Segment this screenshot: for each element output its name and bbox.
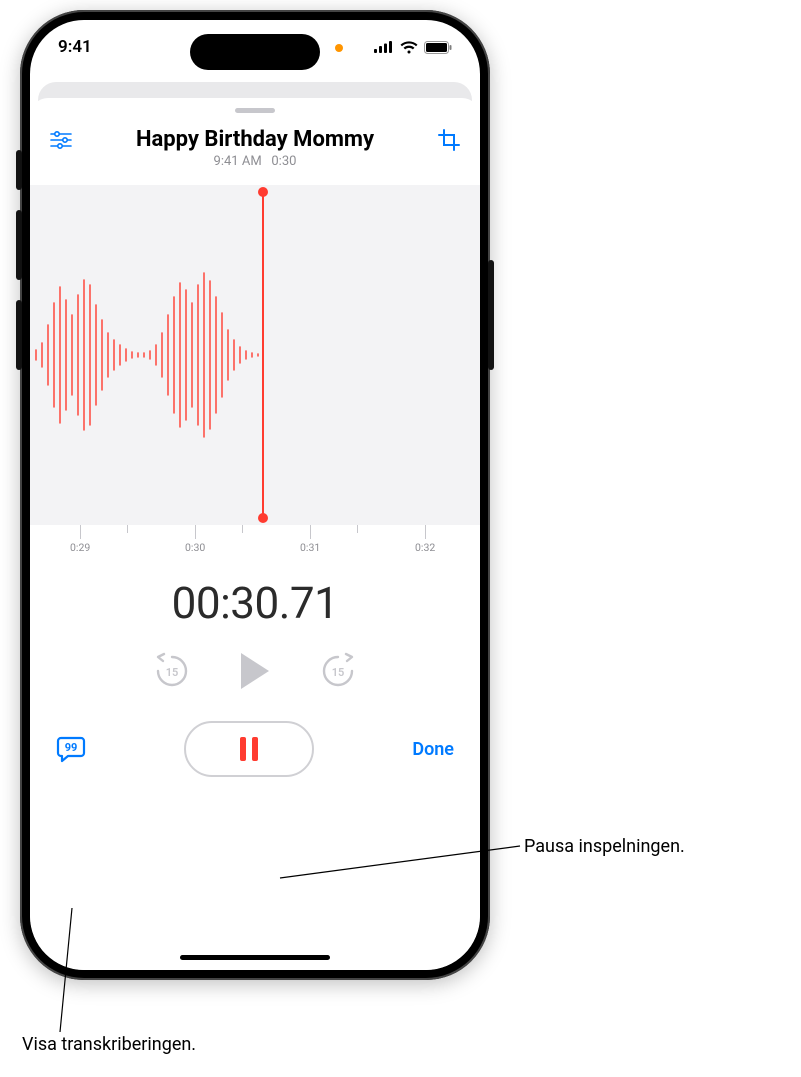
callout-transcript: Visa transkriberingen. (22, 1034, 196, 1055)
callout-line-transcript (0, 0, 801, 1077)
